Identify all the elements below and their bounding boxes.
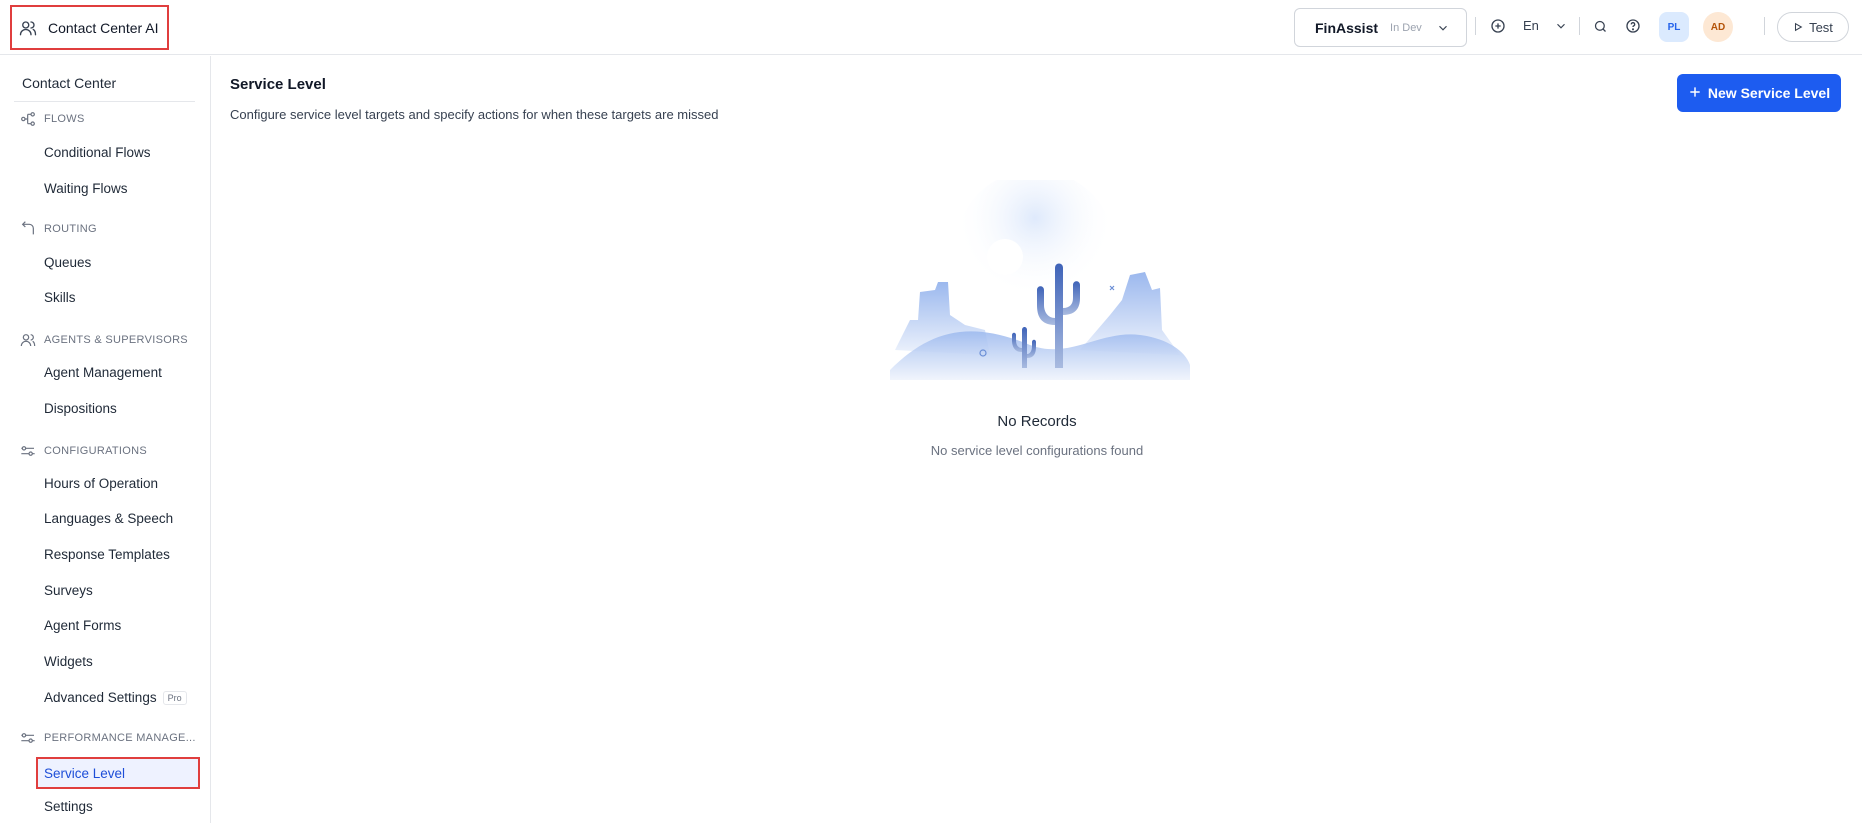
sidebar-item-hours-of-operation[interactable]: Hours of Operation xyxy=(44,476,158,491)
empty-state-title: No Records xyxy=(997,413,1077,430)
app-title-button[interactable]: Contact Center AI xyxy=(10,5,169,50)
plus-icon xyxy=(1688,85,1702,102)
test-button[interactable]: Test xyxy=(1777,12,1849,42)
sidebar-item-surveys[interactable]: Surveys xyxy=(44,583,93,598)
divider xyxy=(1764,17,1765,35)
divider xyxy=(1579,17,1580,35)
avatar-ad[interactable]: AD xyxy=(1703,12,1733,42)
pro-badge: Pro xyxy=(162,691,187,706)
page-description: Configure service level targets and spec… xyxy=(230,107,719,122)
settings-sliders-icon xyxy=(20,730,36,746)
page-title: Service Level xyxy=(230,76,326,93)
section-performance-label: PERFORMANCE MANAGE... xyxy=(44,732,196,744)
empty-state-subtitle: No service level configurations found xyxy=(930,443,1144,458)
sidebar-item-advanced-settings[interactable]: Advanced Settings Pro xyxy=(44,690,187,706)
language-selector[interactable]: En xyxy=(1523,18,1539,33)
sidebar-item-queues[interactable]: Queues xyxy=(44,255,91,270)
top-bar: Contact Center AI FinAssist In Dev En PL… xyxy=(0,0,1862,55)
avatar-pl[interactable]: PL xyxy=(1659,12,1689,42)
sidebar-item-label: Advanced Settings xyxy=(44,690,157,705)
sidebar-item-languages-speech[interactable]: Languages & Speech xyxy=(44,511,173,526)
route-icon xyxy=(20,221,36,237)
chevron-down-icon[interactable] xyxy=(1552,17,1570,35)
empty-state-illustration xyxy=(890,180,1190,380)
section-routing: ROUTING xyxy=(20,221,97,237)
workspace-env: In Dev xyxy=(1390,21,1422,34)
divider xyxy=(14,101,195,102)
section-routing-label: ROUTING xyxy=(44,223,97,235)
new-service-level-button[interactable]: New Service Level xyxy=(1677,74,1841,112)
workspace-selector[interactable]: FinAssist In Dev xyxy=(1294,8,1467,47)
sidebar-item-response-templates[interactable]: Response Templates xyxy=(44,547,170,562)
divider xyxy=(1475,17,1476,35)
sidebar-item-service-level[interactable]: Service Level xyxy=(36,757,200,789)
app-title: Contact Center AI xyxy=(48,19,159,36)
sidebar-item-conditional-flows[interactable]: Conditional Flows xyxy=(44,145,151,160)
sidebar-item-agent-forms[interactable]: Agent Forms xyxy=(44,618,121,633)
section-agents-label: AGENTS & SUPERVISORS xyxy=(44,334,188,346)
users-icon xyxy=(20,332,36,348)
section-performance: PERFORMANCE MANAGE... xyxy=(20,730,196,746)
sidebar: Contact Center FLOWS Conditional Flows W… xyxy=(0,56,211,823)
flow-icon xyxy=(20,111,36,127)
new-service-level-label: New Service Level xyxy=(1707,85,1831,101)
play-icon xyxy=(1793,20,1803,35)
sidebar-item-settings[interactable]: Settings xyxy=(44,799,93,814)
users-icon xyxy=(18,18,38,38)
sidebar-item-skills[interactable]: Skills xyxy=(44,290,76,305)
sidebar-item-agent-management[interactable]: Agent Management xyxy=(44,365,162,380)
help-icon[interactable] xyxy=(1624,17,1642,35)
add-circle-icon[interactable] xyxy=(1489,17,1507,35)
sidebar-item-label: Service Level xyxy=(44,765,126,781)
sidebar-item-waiting-flows[interactable]: Waiting Flows xyxy=(44,181,128,196)
sidebar-item-widgets[interactable]: Widgets xyxy=(44,654,93,669)
test-button-label: Test xyxy=(1809,19,1833,35)
section-flows-label: FLOWS xyxy=(44,113,85,125)
chevron-down-icon xyxy=(1436,21,1450,35)
sidebar-header: Contact Center xyxy=(22,75,117,91)
workspace-name: FinAssist xyxy=(1315,19,1379,36)
section-agents: AGENTS & SUPERVISORS xyxy=(20,332,188,348)
section-flows: FLOWS xyxy=(20,111,85,127)
search-icon[interactable] xyxy=(1591,17,1609,35)
